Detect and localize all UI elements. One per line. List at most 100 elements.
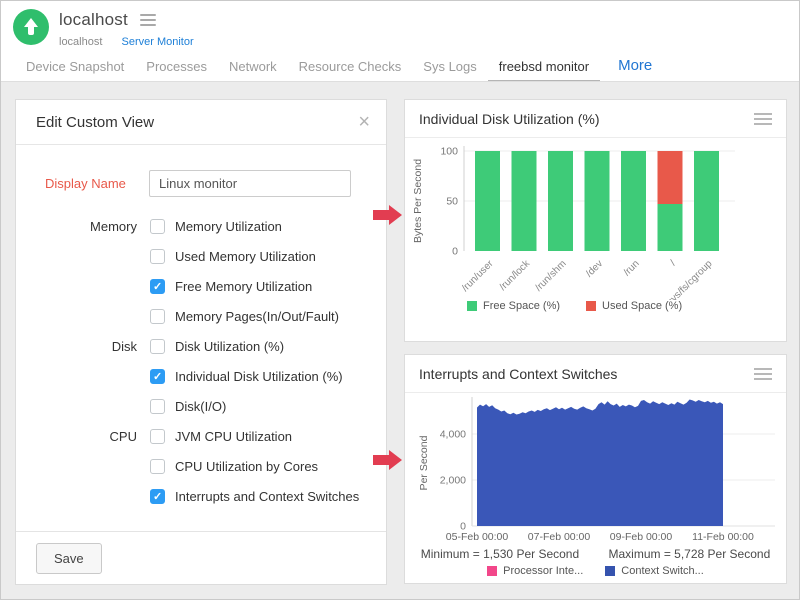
dialog-header: Edit Custom View × [16,100,386,145]
checkbox-row-memory-utilization: Memory Memory Utilization [16,211,386,241]
y-tick-label: 2,000 [440,475,466,487]
tab-sys-logs[interactable]: Sys Logs [412,55,487,83]
legend-swatch [605,566,615,576]
bar-free-space [512,151,537,251]
legend-item-context-switch[interactable]: Context Switch... [605,565,704,577]
breadcrumb: localhost Server Monitor [59,36,194,48]
checkbox-row-jvm-cpu-utilization: CPUJVM CPU Utilization [16,421,386,451]
chart-menu-icon[interactable] [754,368,772,380]
checkbox-label: Disk(I/O) [175,399,226,414]
bar-used-space [658,151,683,204]
x-tick-label: /dev [584,258,605,279]
checkbox-label: CPU Utilization by Cores [175,459,318,474]
legend-swatch [586,301,596,311]
tab-processes[interactable]: Processes [135,55,218,83]
dialog-footer: Save [16,531,386,584]
legend-item-used-space[interactable]: Used Space (%) [586,300,682,312]
x-tick-label: / [668,258,678,268]
pointer-arrow-right-icon [373,205,402,225]
tab-resource-checks[interactable]: Resource Checks [288,55,413,83]
y-tick-label: 50 [446,196,458,208]
legend-label: Context Switch... [621,565,704,577]
metric-checkbox-list: Memory Memory Utilization Used Memory Util… [16,211,386,511]
legend-item-processor-inte[interactable]: Processor Inte... [487,565,583,577]
y-axis-label: Bytes Per Second [412,159,424,243]
content-area: Edit Custom View × Display Name MemoryMe… [1,81,799,599]
group-label-disk: Disk [16,339,150,354]
x-tick-label: /run/shm [533,258,568,293]
dialog-title: Edit Custom View [16,100,386,145]
checkbox-label: JVM CPU Utilization [175,429,292,444]
disk-utilization-chart-card: Individual Disk Utilization (%) 0 50 100 By… [404,99,787,342]
checkbox-free-memory-utilization[interactable] [150,279,165,294]
chart-menu-icon[interactable] [754,113,772,125]
interrupts-chart-card: Interrupts and Context Switches 02,0004,… [404,354,787,584]
checkbox-label: Memory Utilization [175,219,282,234]
breadcrumb-server-monitor-link[interactable]: Server Monitor [121,36,193,48]
checkbox-cpu-utilization-by-cores[interactable] [150,459,165,474]
legend-swatch [487,566,497,576]
checkbox-row-free-memory-utilization: Free Memory Utilization [16,271,386,301]
display-name-label: Display Name [45,176,137,191]
checkbox-interrupts-and-context-switches[interactable] [150,489,165,504]
chart-card-header: Interrupts and Context Switches [405,355,786,393]
checkbox-memory-pages-in-out-fault[interactable] [150,309,165,324]
legend-label: Free Space (%) [483,300,560,312]
minimum-value: Minimum = 1,530 Per Second [421,547,579,561]
checkbox-row-used-memory-utilization: Used Memory Utilization [16,241,386,271]
checkbox-memory-utilization[interactable] [150,219,165,234]
checkbox-jvm-cpu-utilization[interactable] [150,429,165,444]
checkbox-row-disk-utilization: Disk Disk Utilization (%) [16,331,386,361]
pointer-arrow-right-icon [373,450,402,470]
x-tick-label: /run/lock [498,258,533,293]
app-window: localhost localhost Server Monitor Devic… [0,0,800,600]
y-tick-label: 100 [440,146,458,158]
group-label-memory: Memory [16,219,150,234]
checkbox-disk-i-o[interactable] [150,399,165,414]
page-title: localhost [59,10,128,30]
save-button[interactable]: Save [36,543,102,574]
checkbox-used-memory-utilization[interactable] [150,249,165,264]
bar-free-space [475,151,500,251]
close-icon[interactable]: × [358,110,370,134]
edit-custom-view-dialog: Edit Custom View × Display Name MemoryMe… [15,99,387,585]
chart-legend: Processor Inte... Context Switch... [405,565,786,577]
x-tick-label: /run [622,258,642,278]
legend-label: Processor Inte... [503,565,583,577]
checkbox-row-interrupts-and-context-switches: Interrupts and Context Switches [16,481,386,511]
legend-swatch [467,301,477,311]
checkbox-label: Memory Pages(In/Out/Fault) [175,309,339,324]
display-name-input[interactable] [149,170,351,197]
checkbox-label: Free Memory Utilization [175,279,312,294]
y-tick-label: 4,000 [440,429,466,441]
tab-device-snapshot[interactable]: Device Snapshot [15,55,135,83]
tab-network[interactable]: Network [218,55,288,83]
dialog-body: Display Name Memory Memory Utilization Use… [16,170,386,511]
chart-title: Interrupts and Context Switches [419,366,617,382]
chart-title: Individual Disk Utilization (%) [419,111,600,127]
bar-free-space [658,204,683,251]
legend-label: Used Space (%) [602,300,682,312]
legend-item-free-space[interactable]: Free Space (%) [467,300,560,312]
breadcrumb-host: localhost [59,36,102,48]
bar-free-space [585,151,610,251]
checkbox-individual-disk-utilization[interactable] [150,369,165,384]
display-name-field-row: Display Name [45,170,386,197]
checkbox-disk-utilization[interactable] [150,339,165,354]
checkbox-row-disk-i-o: Disk(I/O) [16,391,386,421]
maximum-value: Maximum = 5,728 Per Second [609,547,771,561]
tab-freebsd-monitor[interactable]: freebsd monitor [488,55,600,83]
disk-utilization-bar-chart: 050100Bytes Per Second/run/user/run/lock… [405,138,788,300]
tab-more[interactable]: More [600,53,663,83]
checkbox-label: Individual Disk Utilization (%) [175,369,343,384]
title-menu-icon[interactable] [140,14,156,26]
chart-summary: Minimum = 1,530 Per Second Maximum = 5,7… [405,547,786,561]
x-tick-label: /sys/fs/cgroup [663,258,715,300]
y-tick-label: 0 [452,246,458,258]
checkbox-label: Disk Utilization (%) [175,339,284,354]
checkbox-row-individual-disk-utilization: Individual Disk Utilization (%) [16,361,386,391]
bar-free-space [694,151,719,251]
chart-legend: Free Space (%) Used Space (%) [467,300,786,312]
x-tick-label: 11-Feb 00:00 [692,531,754,543]
checkbox-label: Interrupts and Context Switches [175,489,359,504]
